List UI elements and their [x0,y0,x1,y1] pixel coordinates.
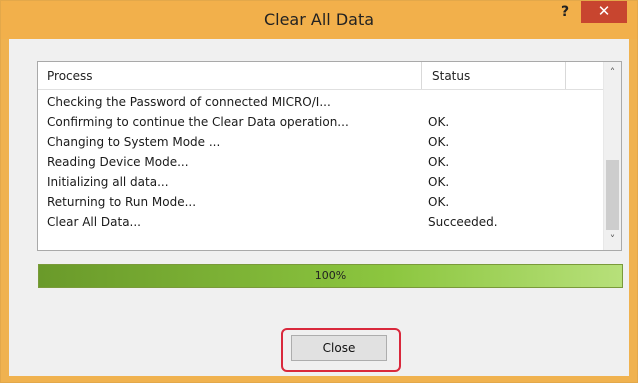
list-item[interactable]: Confirming to continue the Clear Data op… [38,112,603,132]
status-cell: Succeeded. [428,215,498,229]
column-divider[interactable] [421,62,422,89]
progress-label: 100% [314,269,347,282]
status-cell: OK. [428,175,450,189]
help-button[interactable]: ? [552,1,578,23]
process-cell: Changing to System Mode ... [47,135,221,149]
process-cell: Checking the Password of connected MICRO… [47,95,331,109]
list-item[interactable]: Checking the Password of connected MICRO… [38,92,603,112]
window-close-button[interactable]: ✕ [581,1,627,23]
listview-rows: Checking the Password of connected MICRO… [38,92,603,232]
listview-header: Process Status [38,62,603,90]
process-cell: Confirming to continue the Clear Data op… [47,115,349,129]
status-cell: OK. [428,135,450,149]
scroll-up-icon[interactable]: ˄ [604,64,621,81]
scroll-down-icon[interactable]: ˅ [604,231,621,248]
process-cell: Reading Device Mode... [47,155,189,169]
list-item[interactable]: Returning to Run Mode... OK. [38,192,603,212]
column-header-process[interactable]: Process [47,69,93,83]
list-item[interactable]: Changing to System Mode ... OK. [38,132,603,152]
dialog-title: Clear All Data [263,10,375,29]
title-bar: Clear All Data ? ✕ [1,1,637,39]
scrollbar-thumb[interactable] [606,160,619,230]
dialog-window: Clear All Data ? ✕ Process Status Checki… [0,0,638,383]
status-cell: OK. [428,195,450,209]
progress-bar: 100% [38,264,623,288]
dialog-body: Process Status Checking the Password of … [9,39,629,376]
list-item[interactable]: Reading Device Mode... OK. [38,152,603,172]
list-item[interactable]: Clear All Data... Succeeded. [38,212,603,232]
status-cell: OK. [428,155,450,169]
column-header-status[interactable]: Status [432,69,470,83]
vertical-scrollbar[interactable]: ˄ ˅ [603,62,621,250]
list-item[interactable]: Initializing all data... OK. [38,172,603,192]
process-listview[interactable]: Process Status Checking the Password of … [37,61,622,251]
process-cell: Clear All Data... [47,215,141,229]
close-button[interactable]: Close [291,335,387,361]
process-cell: Returning to Run Mode... [47,195,197,209]
column-divider[interactable] [565,62,566,89]
process-cell: Initializing all data... [47,175,169,189]
status-cell: OK. [428,115,450,129]
